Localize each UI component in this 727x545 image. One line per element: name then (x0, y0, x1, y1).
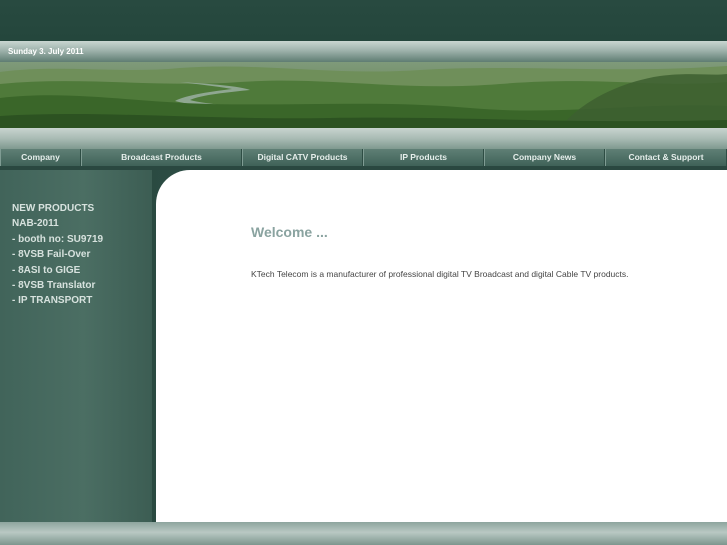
sidebar-item-new-products[interactable]: NEW PRODUCTS (12, 201, 103, 216)
landscape-illustration (0, 66, 727, 128)
nav-item-company-news[interactable]: Company News (484, 149, 605, 166)
sidebar-item-ip-transport[interactable]: - IP TRANSPORT (12, 293, 103, 308)
footer-band (0, 522, 727, 545)
intro-paragraph: KTech Telecom is a manufacturer of profe… (251, 269, 629, 279)
nav-item-contact-support[interactable]: Contact & Support (605, 149, 727, 166)
sidebar-item-8vsb-translator[interactable]: - 8VSB Translator (12, 278, 103, 293)
sidebar-item-8vsb-fail-over[interactable]: - 8VSB Fail-Over (12, 247, 103, 262)
sidebar-news-list: NEW PRODUCTS NAB-2011 - booth no: SU9719… (12, 201, 103, 309)
sidebar-item-8asi-to-gige[interactable]: - 8ASI to GIGE (12, 263, 103, 278)
nav-item-broadcast-products[interactable]: Broadcast Products (81, 149, 242, 166)
sidebar-item-nab-2011[interactable]: NAB-2011 (12, 216, 103, 231)
top-band (0, 0, 727, 41)
nav-item-ip-products[interactable]: IP Products (363, 149, 484, 166)
page-title: Welcome ... (251, 224, 328, 240)
nav-item-company[interactable]: Company (0, 149, 81, 166)
sidebar: NEW PRODUCTS NAB-2011 - booth no: SU9719… (0, 170, 152, 522)
sidebar-item-booth-no[interactable]: - booth no: SU9719 (12, 232, 103, 247)
main-content: Welcome ... KTech Telecom is a manufactu… (156, 170, 727, 522)
landscape-banner-image (0, 62, 727, 128)
date-strip: Sunday 3. July 2011 (0, 41, 727, 62)
current-date: Sunday 3. July 2011 (8, 47, 84, 56)
banner-divider (0, 128, 727, 149)
nav-item-digital-catv-products[interactable]: Digital CATV Products (242, 149, 363, 166)
main-navigation: Company Broadcast Products Digital CATV … (0, 149, 727, 166)
